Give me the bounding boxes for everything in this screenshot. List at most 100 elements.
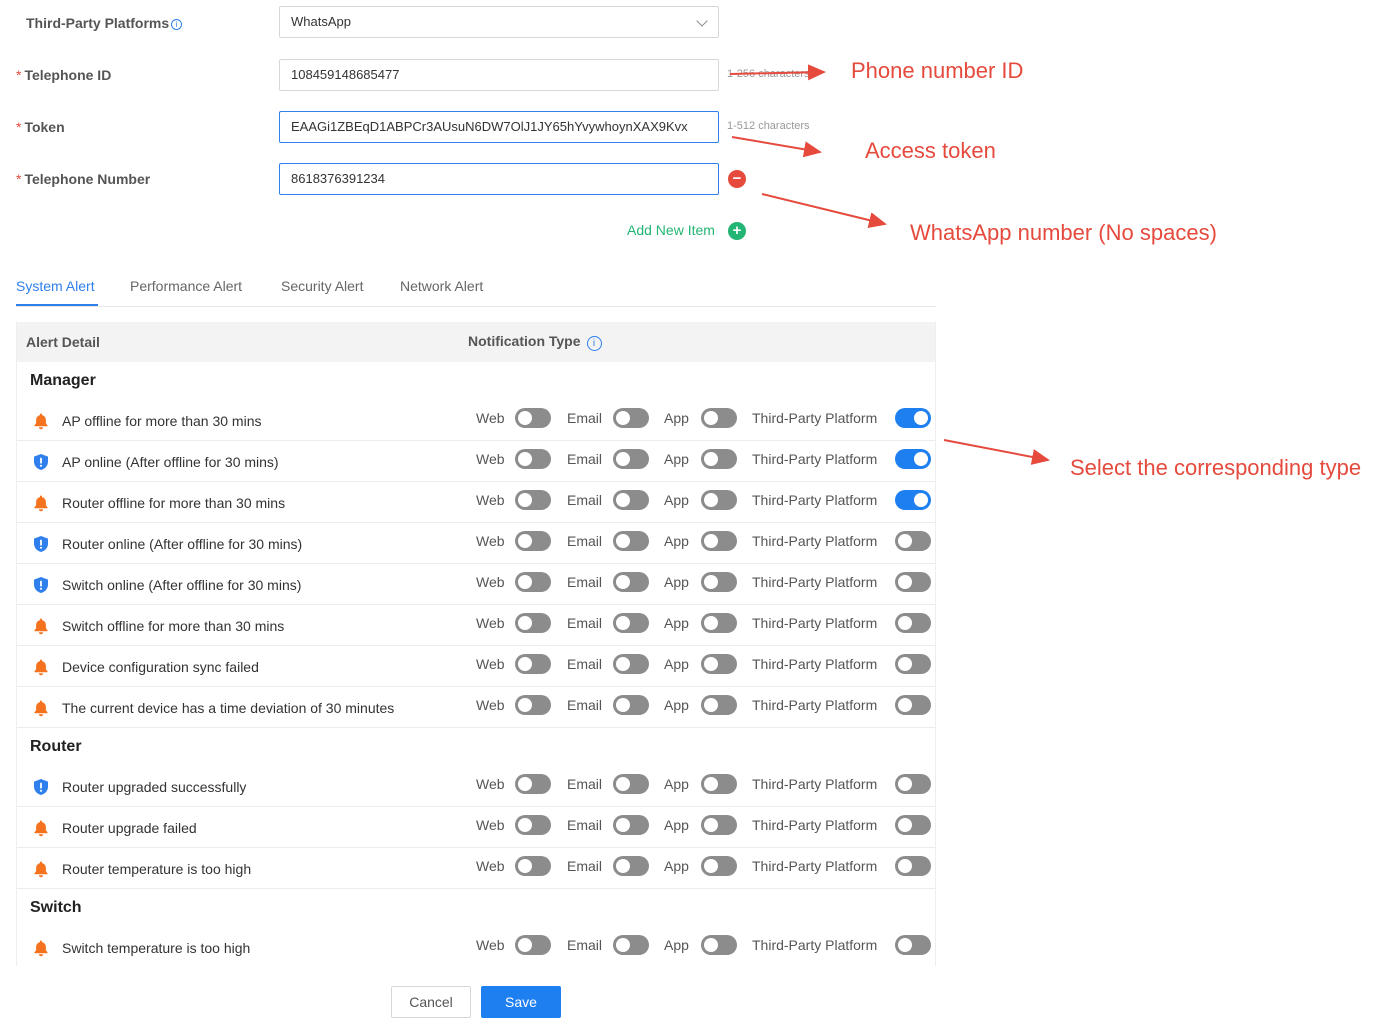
third-party-platform-toggle[interactable]: [895, 654, 931, 674]
channel-label-third-party-platform: Third-Party Platform: [752, 656, 878, 672]
web-toggle[interactable]: [515, 490, 551, 510]
email-toggle[interactable]: [613, 449, 649, 469]
app-toggle[interactable]: [701, 531, 737, 551]
third-party-platform-toggle[interactable]: [895, 695, 931, 715]
table-header: Alert Detail Notification Type i: [17, 322, 935, 362]
web-toggle[interactable]: [515, 449, 551, 469]
table-row: Switch online (After offline for 30 mins…: [17, 564, 935, 605]
channel-label-email: Email: [567, 615, 603, 631]
third-party-platform-toggle[interactable]: [895, 613, 931, 633]
bell-icon: [32, 699, 50, 717]
annotation-access-token: Access token: [865, 138, 996, 163]
channel-label-app: App: [664, 656, 689, 672]
email-toggle[interactable]: [613, 531, 649, 551]
table-row: Router upgraded successfully Web Email App T…: [17, 766, 935, 807]
email-toggle[interactable]: [613, 490, 649, 510]
tab-security-alert[interactable]: Security Alert: [281, 278, 363, 294]
web-toggle[interactable]: [515, 572, 551, 592]
app-toggle[interactable]: [701, 408, 737, 428]
table-row: Switch offline for more than 30 mins Web E…: [17, 605, 935, 646]
app-toggle[interactable]: [701, 490, 737, 510]
channel-label-email: Email: [567, 533, 603, 549]
email-toggle[interactable]: [613, 935, 649, 955]
third-party-platform-toggle[interactable]: [895, 531, 931, 551]
channel-label-app: App: [664, 533, 689, 549]
table-row: AP offline for more than 30 mins Web Email…: [17, 400, 935, 441]
app-toggle[interactable]: [701, 613, 737, 633]
third-party-platform-toggle[interactable]: [895, 449, 931, 469]
web-toggle[interactable]: [515, 531, 551, 551]
cancel-button[interactable]: Cancel: [391, 986, 471, 1018]
bell-icon: [32, 617, 50, 635]
email-toggle[interactable]: [613, 856, 649, 876]
tab-network-alert[interactable]: Network Alert: [400, 278, 483, 294]
email-toggle[interactable]: [613, 613, 649, 633]
app-toggle[interactable]: [701, 654, 737, 674]
third-party-platform-toggle[interactable]: [895, 856, 931, 876]
third-party-platform-toggle[interactable]: [895, 572, 931, 592]
info-icon[interactable]: i: [586, 336, 602, 351]
web-toggle[interactable]: [515, 654, 551, 674]
alert-label: Switch offline for more than 30 mins: [62, 618, 285, 634]
channel-label-app: App: [664, 937, 689, 953]
app-toggle[interactable]: [701, 572, 737, 592]
channel-label-app: App: [664, 776, 689, 792]
channel-label-web: Web: [476, 615, 505, 631]
email-toggle[interactable]: [613, 815, 649, 835]
email-toggle[interactable]: [613, 572, 649, 592]
alert-label: Router online (After offline for 30 mins…: [62, 536, 303, 552]
web-toggle[interactable]: [515, 613, 551, 633]
alert-label: AP offline for more than 30 mins: [62, 413, 262, 429]
channel-label-app: App: [664, 451, 689, 467]
table-row: Router online (After offline for 30 mins…: [17, 523, 935, 564]
alert-label: Router upgraded successfully: [62, 779, 247, 795]
channel-label-app: App: [664, 817, 689, 833]
active-tab-indicator: [16, 304, 98, 306]
arrow-token: [731, 136, 822, 158]
third-party-platform-toggle[interactable]: [895, 935, 931, 955]
channel-label-web: Web: [476, 574, 505, 590]
email-toggle[interactable]: [613, 774, 649, 794]
email-toggle[interactable]: [613, 408, 649, 428]
channel-label-web: Web: [476, 410, 505, 426]
channel-label-email: Email: [567, 574, 603, 590]
channel-label-app: App: [664, 615, 689, 631]
channel-label-web: Web: [476, 817, 505, 833]
table-row: Switch temperature is too high Web Email Ap…: [17, 927, 935, 966]
app-toggle[interactable]: [701, 815, 737, 835]
web-toggle[interactable]: [515, 695, 551, 715]
channel-label-third-party-platform: Third-Party Platform: [752, 817, 878, 833]
channel-label-email: Email: [567, 492, 603, 508]
app-toggle[interactable]: [701, 695, 737, 715]
email-toggle[interactable]: [613, 695, 649, 715]
save-button[interactable]: Save: [481, 986, 561, 1018]
table-row: Router upgrade failed Web Email App Third-Pa…: [17, 807, 935, 848]
app-toggle[interactable]: [701, 774, 737, 794]
web-toggle[interactable]: [515, 774, 551, 794]
alert-tabs: System Alert Performance Alert Security …: [16, 270, 936, 307]
web-toggle[interactable]: [515, 815, 551, 835]
email-toggle[interactable]: [613, 654, 649, 674]
third-party-platform-toggle[interactable]: [895, 774, 931, 794]
third-party-platform-toggle[interactable]: [895, 408, 931, 428]
app-toggle[interactable]: [701, 449, 737, 469]
app-toggle[interactable]: [701, 856, 737, 876]
web-toggle[interactable]: [515, 408, 551, 428]
channel-label-third-party-platform: Third-Party Platform: [752, 533, 878, 549]
table-row: Router offline for more than 30 mins Web E…: [17, 482, 935, 523]
col-alert-detail: Alert Detail: [26, 334, 100, 350]
alert-label: Switch temperature is too high: [62, 940, 251, 956]
third-party-platform-toggle[interactable]: [895, 815, 931, 835]
group-title-router: Router: [30, 738, 82, 755]
arrow-phone-id: [729, 64, 826, 81]
tab-performance-alert[interactable]: Performance Alert: [130, 278, 242, 294]
alert-label: Device configuration sync failed: [62, 659, 259, 675]
channel-label-email: Email: [567, 451, 603, 467]
web-toggle[interactable]: [515, 935, 551, 955]
web-toggle[interactable]: [515, 856, 551, 876]
table-row: Router temperature is too high Web Email Ap…: [17, 848, 935, 889]
app-toggle[interactable]: [701, 935, 737, 955]
third-party-platform-toggle[interactable]: [895, 490, 931, 510]
alert-label: AP online (After offline for 30 mins): [62, 454, 279, 470]
tab-system-alert[interactable]: System Alert: [16, 278, 95, 294]
